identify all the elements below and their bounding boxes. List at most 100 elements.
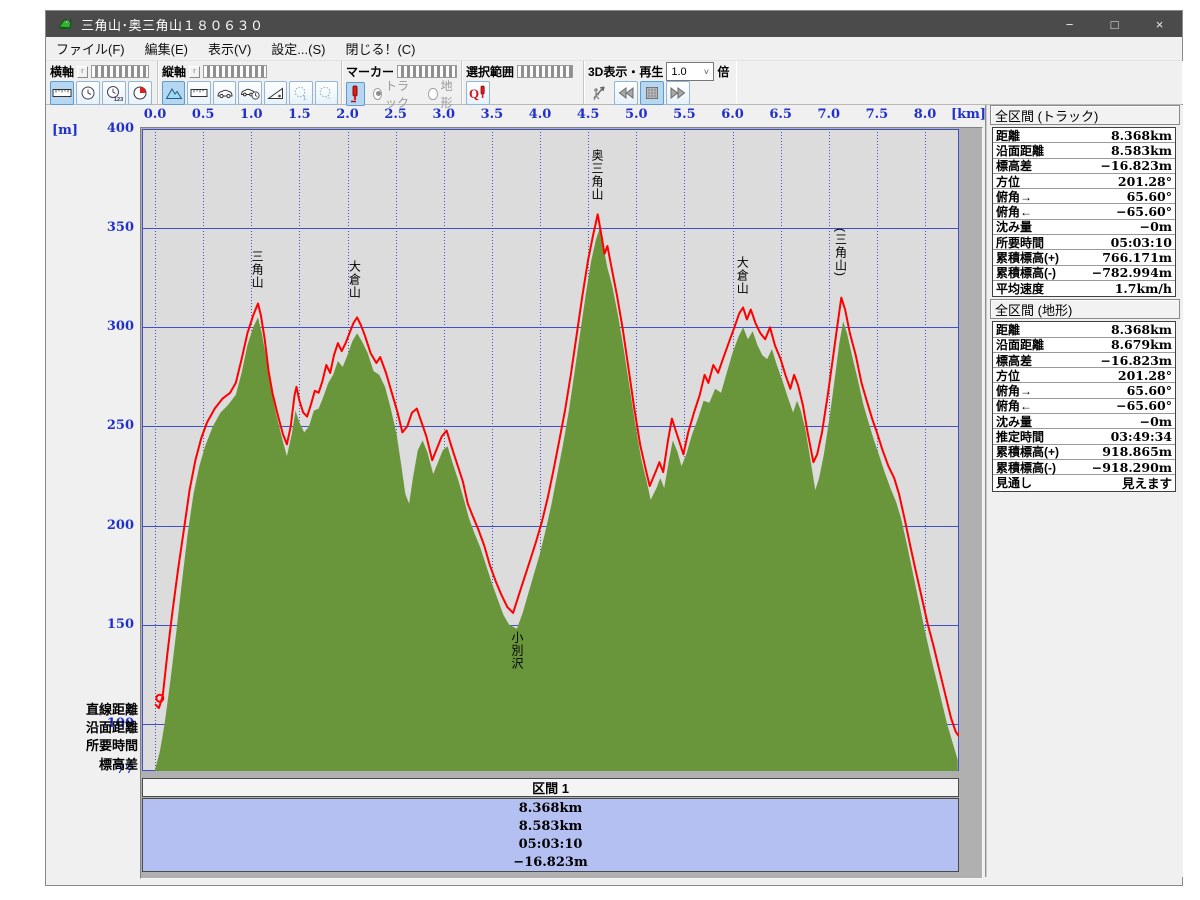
stats-terrain-title: 全区間 (地形) xyxy=(990,299,1180,319)
ruler-icon xyxy=(190,88,208,98)
stop-button[interactable] xyxy=(640,81,664,105)
stats-track-title: 全区間 (トラック) xyxy=(990,105,1180,125)
section-row-label: 沿面距離 xyxy=(62,717,138,736)
toolbar-group-yaxis: 縦軸 г xyxy=(158,61,342,104)
marker-target-terrain-radio[interactable]: 地形 xyxy=(428,77,458,111)
stat-value: 918.865m xyxy=(1102,444,1175,459)
stat-value: 05:03:10 xyxy=(1111,235,1175,250)
radio-dot xyxy=(373,88,382,100)
window-title: 三角山･奥三角山１８０６３０ xyxy=(81,15,264,34)
clock-icon xyxy=(80,85,96,101)
stat-value: 8.368km xyxy=(1111,128,1175,143)
rewind-button[interactable] xyxy=(614,81,638,105)
panel-divider xyxy=(985,105,987,877)
xaxis-distance-button[interactable] xyxy=(50,81,74,105)
x-tick-label: 5.0 xyxy=(618,107,654,122)
app-window: 三角山･奥三角山１８０６３０ − □ × ファイル(F)編集(E)表示(V)設定… xyxy=(45,10,1183,886)
menu-item[interactable]: 表示(V) xyxy=(198,37,261,60)
select-range-icon: Q xyxy=(468,84,488,102)
xaxis-group-label: 横軸 xyxy=(50,63,74,80)
stat-value: 8.368km xyxy=(1111,322,1175,337)
stat-label: 平均速度 xyxy=(993,280,1115,297)
play-button[interactable] xyxy=(666,81,690,105)
yaxis-slider-handle[interactable]: г xyxy=(189,66,200,78)
selection-slider[interactable] xyxy=(517,65,573,78)
marker-pen-icon xyxy=(349,85,361,103)
xaxis-time-button[interactable] xyxy=(76,81,100,105)
stats-terrain-table: 距離8.368km沿面距離8.679km標高差−16.823m方位201.28°… xyxy=(992,321,1176,491)
yaxis-slope-button[interactable] xyxy=(264,81,287,105)
play-icon xyxy=(670,87,686,99)
xaxis-slider-handle[interactable]: г xyxy=(77,66,88,78)
select-range-button[interactable]: Q xyxy=(466,81,490,105)
y-tick-label: 200 xyxy=(84,518,134,533)
stat-value: 8.679km xyxy=(1111,337,1175,352)
svg-text:~: ~ xyxy=(327,96,331,101)
peak-label: (三角山) xyxy=(833,228,846,277)
x-tick-label: 3.0 xyxy=(426,107,462,122)
yaxis-pace-button[interactable] xyxy=(238,81,261,105)
car-clock-icon xyxy=(240,86,260,100)
svg-text:123: 123 xyxy=(114,97,123,102)
yaxis-elevation-button[interactable] xyxy=(162,81,185,105)
yaxis-heartrate-button[interactable]: 1 xyxy=(289,81,312,105)
stat-value: 03:49:34 xyxy=(1111,429,1175,444)
x-tick-label: 7.5 xyxy=(859,107,895,122)
stat-value: −16.823m xyxy=(1100,158,1175,173)
yaxis-cadence-button[interactable]: ~ xyxy=(315,81,338,105)
x-tick-label: 6.5 xyxy=(763,107,799,122)
stat-label: 累積標高(-) xyxy=(993,264,1092,281)
section-value: 8.368km xyxy=(143,801,958,816)
toolbar-spacer xyxy=(736,61,1182,104)
yaxis-zoom-slider[interactable] xyxy=(203,65,267,78)
x-tick-label: 1.5 xyxy=(281,107,317,122)
playback-speed-unit: 倍 xyxy=(717,63,729,80)
section-table: 8.368km8.583km05:03:10−16.823m xyxy=(142,798,959,872)
x-tick-label: 4.0 xyxy=(522,107,558,122)
stat-label: 累積標高(-) xyxy=(993,459,1092,476)
stat-value: 201.28° xyxy=(1118,174,1175,189)
y-tick-label: 300 xyxy=(84,319,134,334)
section-row-label: 標高差 xyxy=(62,754,138,773)
xaxis-zoom-slider[interactable] xyxy=(91,65,149,78)
section-value: 05:03:10 xyxy=(143,837,958,852)
peak-label: 三角山 xyxy=(250,250,263,289)
section-value: 8.583km xyxy=(143,819,958,834)
walk-3d-icon xyxy=(591,84,609,102)
mountain-icon xyxy=(165,86,183,100)
marker-target-track-radio[interactable]: トラック xyxy=(373,77,421,111)
yaxis-speed-button[interactable] xyxy=(213,81,236,105)
playback-group-label: 3D表示・再生 xyxy=(588,63,663,80)
yaxis-group-label: 縦軸 xyxy=(162,63,186,80)
plot-svg xyxy=(142,129,959,771)
xaxis-pie-timer-button[interactable] xyxy=(128,81,152,105)
stats-track-table: 距離8.368km沿面距離8.583km標高差−16.823m方位201.28°… xyxy=(992,127,1176,297)
elevation-plot[interactable]: 三角山大倉山小別沢奥三角山大倉山(三角山) xyxy=(142,129,959,771)
xaxis-time-numeric-button[interactable]: 123 xyxy=(102,81,126,105)
radio-terrain-label: 地形 xyxy=(441,77,458,111)
y-tick-label: 250 xyxy=(84,418,134,433)
yaxis-distance-button[interactable] xyxy=(187,81,210,105)
menu-item[interactable]: ファイル(F) xyxy=(46,37,135,60)
walk-3d-button[interactable] xyxy=(588,81,612,105)
marker-pen-button[interactable] xyxy=(346,82,365,106)
menu-item[interactable]: 設定...(S) xyxy=(261,37,335,60)
x-tick-label: 5.5 xyxy=(666,107,702,122)
selection-group-label: 選択範囲 xyxy=(466,63,514,80)
svg-text:Q: Q xyxy=(469,86,479,101)
menu-item[interactable]: 編集(E) xyxy=(135,37,198,60)
chevron-down-icon: ˅ xyxy=(699,67,713,77)
x-tick-label: 1.0 xyxy=(233,107,269,122)
section-row-label: 直線距離 xyxy=(62,699,138,718)
x-axis-unit-label: [km] xyxy=(951,107,986,122)
section-row-label: 所要時間 xyxy=(62,735,138,754)
x-tick-label: 0.5 xyxy=(185,107,221,122)
playback-speed-select[interactable]: 1.0 ˅ xyxy=(666,62,714,81)
y-tick-label: 350 xyxy=(84,220,134,235)
minimize-button[interactable]: − xyxy=(1047,11,1092,37)
menu-item[interactable]: 閉じる！(C) xyxy=(335,37,425,60)
x-tick-label: 2.0 xyxy=(330,107,366,122)
maximize-button[interactable]: □ xyxy=(1092,11,1137,37)
close-button[interactable]: × xyxy=(1137,11,1182,37)
stat-value: 65.60° xyxy=(1127,189,1175,204)
